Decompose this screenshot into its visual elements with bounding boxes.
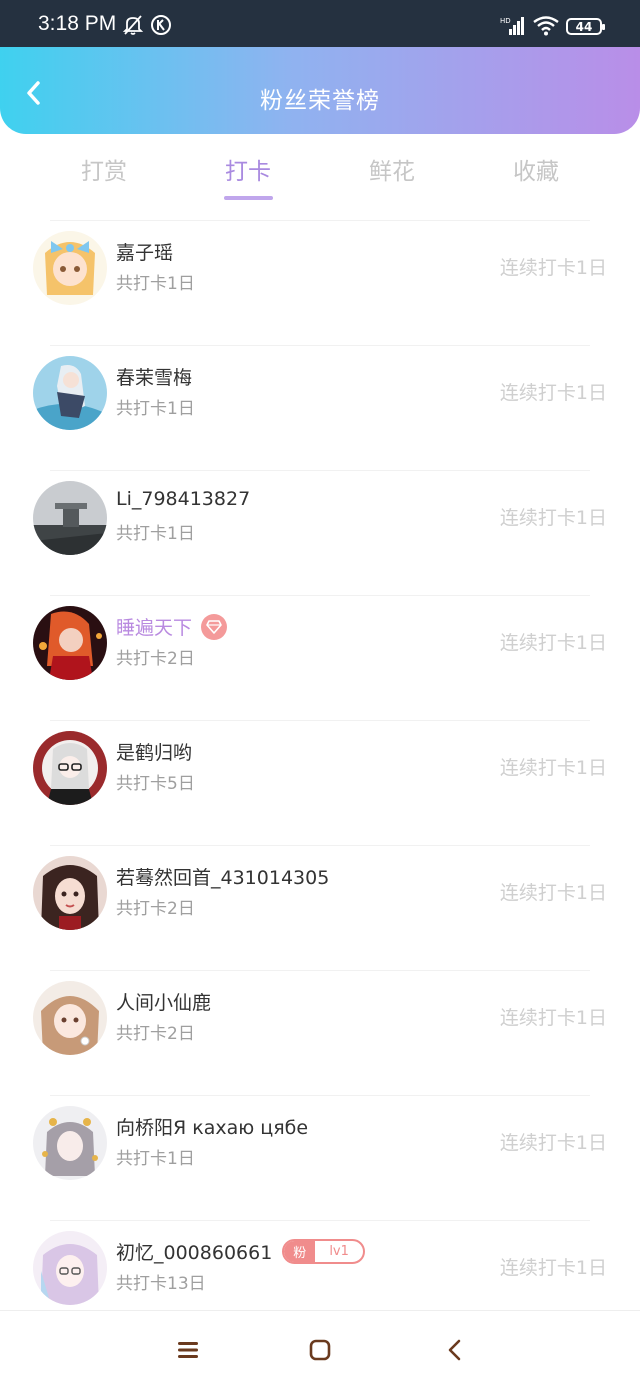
streak-checkin: 连续打卡1日 [499, 507, 607, 529]
user-name[interactable]: 向桥阳Я кахаю цябе [116, 1113, 308, 1140]
streak-checkin: 连续打卡1日 [499, 1257, 607, 1279]
user-name[interactable]: Li_798413827 [116, 488, 250, 510]
total-checkin: 共打卡1日 [116, 524, 195, 544]
streak-checkin: 连续打卡1日 [499, 1007, 607, 1029]
diamond-icon [201, 613, 228, 640]
divider [50, 220, 590, 221]
avatar[interactable] [33, 856, 107, 930]
list-item[interactable]: 若蓦然回首_431014305 共打卡2日 连续打卡1日 [0, 845, 640, 970]
hd-signal-icon: HD [500, 16, 526, 40]
divider [50, 970, 590, 971]
total-checkin: 共打卡2日 [116, 899, 195, 919]
total-checkin: 共打卡2日 [116, 1024, 195, 1044]
divider [50, 595, 590, 596]
user-name[interactable]: 人间小仙鹿 [116, 988, 211, 1015]
wifi-icon [533, 16, 559, 40]
list-item[interactable]: 睡遍天下 共打卡2日 连续打卡1日 [0, 595, 640, 720]
user-name-text: 初忆_000860661 [116, 1242, 273, 1264]
streak-checkin: 连续打卡1日 [499, 382, 607, 404]
streak-checkin: 连续打卡1日 [499, 632, 607, 654]
list-item[interactable]: 春茉雪梅 共打卡1日 连续打卡1日 [0, 345, 640, 470]
status-time: 3:18 PM [38, 12, 117, 35]
menu-button[interactable] [173, 1335, 203, 1365]
menu-icon [178, 1342, 198, 1358]
user-name[interactable]: 春茉雪梅 [116, 363, 192, 390]
user-name[interactable]: 睡遍天下 [116, 613, 228, 640]
divider [50, 845, 590, 846]
avatar[interactable] [33, 481, 107, 555]
back-triangle-icon [448, 1339, 461, 1361]
list-item[interactable]: 嘉子瑶 共打卡1日 连续打卡1日 [0, 220, 640, 345]
streak-checkin: 连续打卡1日 [499, 1132, 607, 1154]
avatar[interactable] [33, 1231, 107, 1305]
tab-bar: 打赏 打卡 鲜花 收藏 [0, 134, 640, 220]
tab-reward[interactable]: 打赏 [44, 152, 164, 186]
tab-favorites[interactable]: 收藏 [476, 152, 596, 186]
user-name[interactable]: 若蓦然回首_431014305 [116, 863, 329, 890]
user-name-text: 若蓦然回首_431014305 [116, 867, 330, 889]
avatar[interactable] [33, 1106, 107, 1180]
battery-icon: 44 [566, 17, 606, 41]
status-bar: 3:18 PM HD 44 [0, 0, 640, 47]
list-item[interactable]: 人间小仙鹿 共打卡2日 连续打卡1日 [0, 970, 640, 1095]
title-bar: 粉丝荣誉榜 [0, 47, 640, 134]
user-name-text: Li_798413827 [116, 488, 251, 510]
total-checkin: 共打卡1日 [116, 274, 195, 294]
user-name-text: 春茉雪梅 [116, 367, 193, 389]
user-name-text: 睡遍天下 [116, 617, 193, 639]
header: 3:18 PM HD 44 粉丝荣誉榜 [0, 0, 640, 134]
total-checkin: 共打卡1日 [116, 1149, 195, 1169]
bell-off-icon [122, 14, 144, 40]
tab-checkin[interactable]: 打卡 [188, 152, 308, 186]
user-name[interactable]: 初忆_000860661 粉 lv1 [116, 1238, 365, 1265]
avatar[interactable] [33, 981, 107, 1055]
user-name-text: 向桥阳Я кахаю цябе [116, 1117, 309, 1139]
tab-flowers[interactable]: 鲜花 [332, 152, 452, 186]
divider [50, 345, 590, 346]
k-circle-icon [150, 14, 172, 40]
svg-text:HD: HD [500, 17, 511, 25]
list-item[interactable]: 向桥阳Я кахаю цябе 共打卡1日 连续打卡1日 [0, 1095, 640, 1220]
total-checkin: 共打卡13日 [116, 1274, 206, 1294]
back-nav-button[interactable] [440, 1335, 470, 1365]
home-button[interactable] [305, 1335, 335, 1365]
avatar[interactable] [33, 606, 107, 680]
streak-checkin: 连续打卡1日 [499, 257, 607, 279]
total-checkin: 共打卡5日 [116, 774, 195, 794]
divider [50, 720, 590, 721]
avatar[interactable] [33, 731, 107, 805]
user-name[interactable]: 是鹤归哟 [116, 738, 192, 765]
svg-text:44: 44 [576, 20, 593, 34]
fan-badge-label: 粉 [284, 1241, 316, 1262]
fan-badge-level: lv1 [329, 1244, 349, 1259]
list-item[interactable]: 是鹤归哟 共打卡5日 连续打卡1日 [0, 720, 640, 845]
page-title: 粉丝荣誉榜 [260, 88, 380, 114]
avatar[interactable] [33, 231, 107, 305]
list-item[interactable]: Li_798413827 共打卡1日 连续打卡1日 [0, 470, 640, 595]
total-checkin: 共打卡2日 [116, 649, 195, 669]
divider [50, 470, 590, 471]
system-nav-bar [0, 1310, 640, 1387]
divider [50, 1220, 590, 1221]
avatar[interactable] [33, 356, 107, 430]
user-name-text: 是鹤归哟 [116, 742, 193, 764]
home-square-icon [309, 1339, 331, 1361]
divider [50, 1095, 590, 1096]
total-checkin: 共打卡1日 [116, 399, 195, 419]
fan-level-badge: 粉 lv1 [282, 1239, 365, 1264]
streak-checkin: 连续打卡1日 [499, 882, 607, 904]
tab-active-indicator [224, 196, 273, 200]
user-name-text: 嘉子瑶 [116, 242, 174, 264]
user-name[interactable]: 嘉子瑶 [116, 238, 173, 265]
streak-checkin: 连续打卡1日 [499, 757, 607, 779]
user-name-text: 人间小仙鹿 [116, 992, 212, 1014]
